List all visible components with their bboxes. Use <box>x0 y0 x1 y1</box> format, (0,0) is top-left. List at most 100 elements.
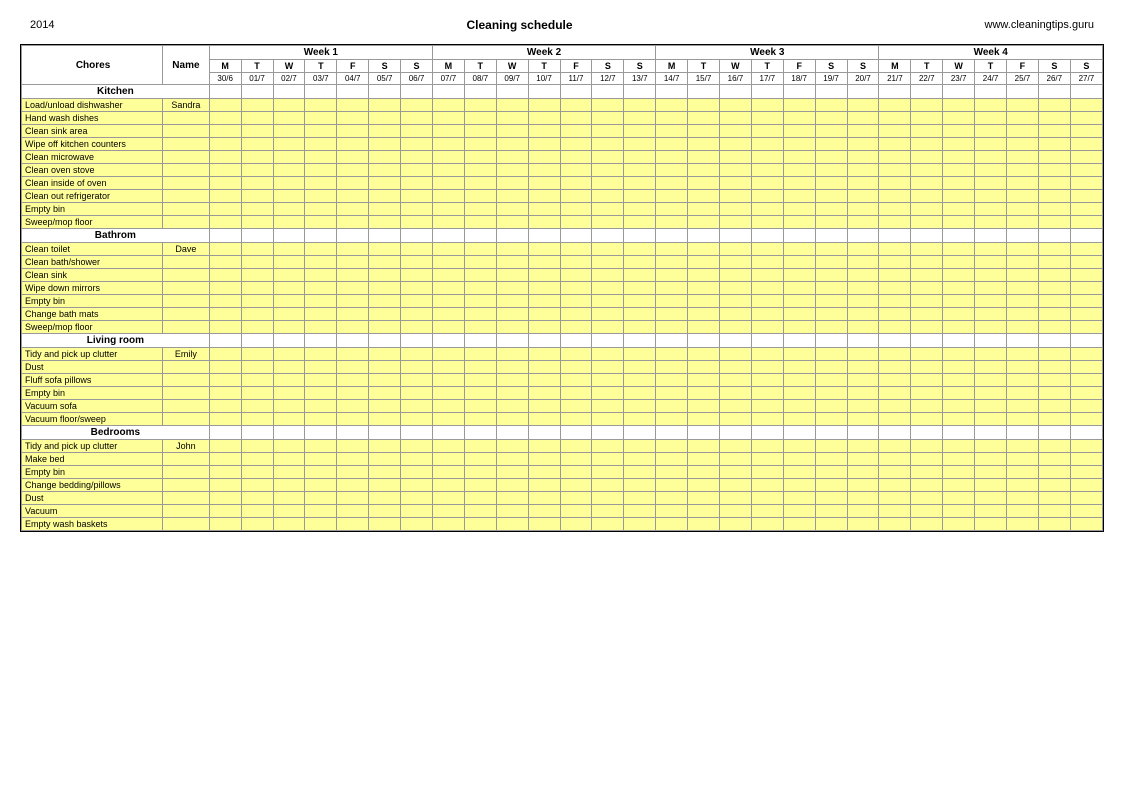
chore-cell-0-0-4[interactable] <box>337 99 369 112</box>
chore-cell-3-1-13[interactable] <box>624 453 656 466</box>
chore-cell-1-6-12[interactable] <box>592 321 624 334</box>
chore-cell-0-6-4[interactable] <box>337 177 369 190</box>
chore-cell-3-4-22[interactable] <box>911 492 943 505</box>
chore-cell-0-2-11[interactable] <box>560 125 592 138</box>
chore-cell-3-1-22[interactable] <box>911 453 943 466</box>
chore-cell-0-9-22[interactable] <box>911 216 943 229</box>
chore-cell-1-2-25[interactable] <box>1006 269 1038 282</box>
chore-cell-0-7-1[interactable] <box>241 190 273 203</box>
chore-cell-2-5-6[interactable] <box>401 413 433 426</box>
chore-cell-0-6-22[interactable] <box>911 177 943 190</box>
chore-cell-3-4-17[interactable] <box>751 492 783 505</box>
chore-cell-1-4-20[interactable] <box>847 295 879 308</box>
chore-cell-3-6-4[interactable] <box>337 518 369 531</box>
chore-cell-3-2-4[interactable] <box>337 466 369 479</box>
chore-cell-2-1-4[interactable] <box>337 361 369 374</box>
chore-cell-1-5-6[interactable] <box>401 308 433 321</box>
chore-cell-2-4-3[interactable] <box>305 400 337 413</box>
chore-cell-1-3-20[interactable] <box>847 282 879 295</box>
chore-cell-3-0-19[interactable] <box>815 440 847 453</box>
chore-cell-2-5-2[interactable] <box>273 413 305 426</box>
chore-cell-0-6-25[interactable] <box>1006 177 1038 190</box>
chore-cell-1-3-14[interactable] <box>656 282 688 295</box>
chore-cell-0-7-13[interactable] <box>624 190 656 203</box>
chore-cell-0-4-14[interactable] <box>656 151 688 164</box>
chore-cell-0-7-24[interactable] <box>975 190 1007 203</box>
chore-cell-2-1-11[interactable] <box>560 361 592 374</box>
chore-cell-1-2-17[interactable] <box>751 269 783 282</box>
chore-cell-0-1-15[interactable] <box>688 112 720 125</box>
chore-cell-0-6-19[interactable] <box>815 177 847 190</box>
chore-cell-1-0-0[interactable] <box>209 243 241 256</box>
chore-cell-0-5-10[interactable] <box>528 164 560 177</box>
chore-cell-3-0-16[interactable] <box>719 440 751 453</box>
chore-cell-3-1-7[interactable] <box>432 453 464 466</box>
chore-cell-3-5-22[interactable] <box>911 505 943 518</box>
chore-cell-2-2-19[interactable] <box>815 374 847 387</box>
chore-cell-3-0-13[interactable] <box>624 440 656 453</box>
chore-cell-0-9-10[interactable] <box>528 216 560 229</box>
chore-cell-2-3-22[interactable] <box>911 387 943 400</box>
chore-cell-3-0-17[interactable] <box>751 440 783 453</box>
chore-cell-2-2-12[interactable] <box>592 374 624 387</box>
chore-cell-1-1-11[interactable] <box>560 256 592 269</box>
chore-cell-1-0-18[interactable] <box>783 243 815 256</box>
chore-cell-2-3-19[interactable] <box>815 387 847 400</box>
chore-cell-2-2-7[interactable] <box>432 374 464 387</box>
chore-cell-0-0-21[interactable] <box>879 99 911 112</box>
chore-cell-0-2-15[interactable] <box>688 125 720 138</box>
chore-cell-1-0-12[interactable] <box>592 243 624 256</box>
chore-cell-0-6-15[interactable] <box>688 177 720 190</box>
chore-cell-2-1-25[interactable] <box>1006 361 1038 374</box>
chore-cell-1-5-9[interactable] <box>496 308 528 321</box>
chore-cell-3-0-12[interactable] <box>592 440 624 453</box>
chore-cell-3-5-16[interactable] <box>719 505 751 518</box>
chore-cell-0-0-16[interactable] <box>719 99 751 112</box>
chore-cell-3-3-21[interactable] <box>879 479 911 492</box>
chore-cell-1-5-23[interactable] <box>943 308 975 321</box>
chore-cell-3-5-2[interactable] <box>273 505 305 518</box>
chore-cell-2-4-1[interactable] <box>241 400 273 413</box>
chore-cell-3-4-0[interactable] <box>209 492 241 505</box>
chore-cell-3-6-9[interactable] <box>496 518 528 531</box>
chore-cell-2-5-10[interactable] <box>528 413 560 426</box>
chore-cell-0-5-9[interactable] <box>496 164 528 177</box>
chore-cell-0-3-1[interactable] <box>241 138 273 151</box>
chore-cell-3-0-21[interactable] <box>879 440 911 453</box>
chore-cell-1-3-26[interactable] <box>1038 282 1070 295</box>
chore-cell-0-7-22[interactable] <box>911 190 943 203</box>
chore-cell-1-1-22[interactable] <box>911 256 943 269</box>
chore-cell-2-3-16[interactable] <box>719 387 751 400</box>
chore-cell-1-4-1[interactable] <box>241 295 273 308</box>
chore-cell-0-7-20[interactable] <box>847 190 879 203</box>
chore-cell-2-0-8[interactable] <box>464 348 496 361</box>
chore-cell-2-5-8[interactable] <box>464 413 496 426</box>
chore-cell-1-0-17[interactable] <box>751 243 783 256</box>
chore-cell-0-4-15[interactable] <box>688 151 720 164</box>
chore-cell-0-3-12[interactable] <box>592 138 624 151</box>
chore-cell-1-4-2[interactable] <box>273 295 305 308</box>
chore-cell-2-0-6[interactable] <box>401 348 433 361</box>
chore-cell-0-0-2[interactable] <box>273 99 305 112</box>
chore-cell-0-6-2[interactable] <box>273 177 305 190</box>
chore-cell-1-0-3[interactable] <box>305 243 337 256</box>
chore-cell-2-4-14[interactable] <box>656 400 688 413</box>
chore-cell-0-4-25[interactable] <box>1006 151 1038 164</box>
chore-cell-1-1-5[interactable] <box>369 256 401 269</box>
chore-cell-0-0-23[interactable] <box>943 99 975 112</box>
chore-cell-0-9-14[interactable] <box>656 216 688 229</box>
chore-cell-1-3-25[interactable] <box>1006 282 1038 295</box>
chore-cell-1-1-10[interactable] <box>528 256 560 269</box>
chore-cell-0-1-3[interactable] <box>305 112 337 125</box>
chore-cell-2-2-3[interactable] <box>305 374 337 387</box>
chore-cell-1-3-10[interactable] <box>528 282 560 295</box>
chore-cell-0-7-26[interactable] <box>1038 190 1070 203</box>
chore-cell-0-8-5[interactable] <box>369 203 401 216</box>
chore-cell-3-4-27[interactable] <box>1070 492 1102 505</box>
chore-cell-3-4-21[interactable] <box>879 492 911 505</box>
chore-cell-1-3-19[interactable] <box>815 282 847 295</box>
chore-cell-3-6-5[interactable] <box>369 518 401 531</box>
chore-cell-3-4-6[interactable] <box>401 492 433 505</box>
chore-cell-2-1-1[interactable] <box>241 361 273 374</box>
chore-cell-0-2-7[interactable] <box>432 125 464 138</box>
